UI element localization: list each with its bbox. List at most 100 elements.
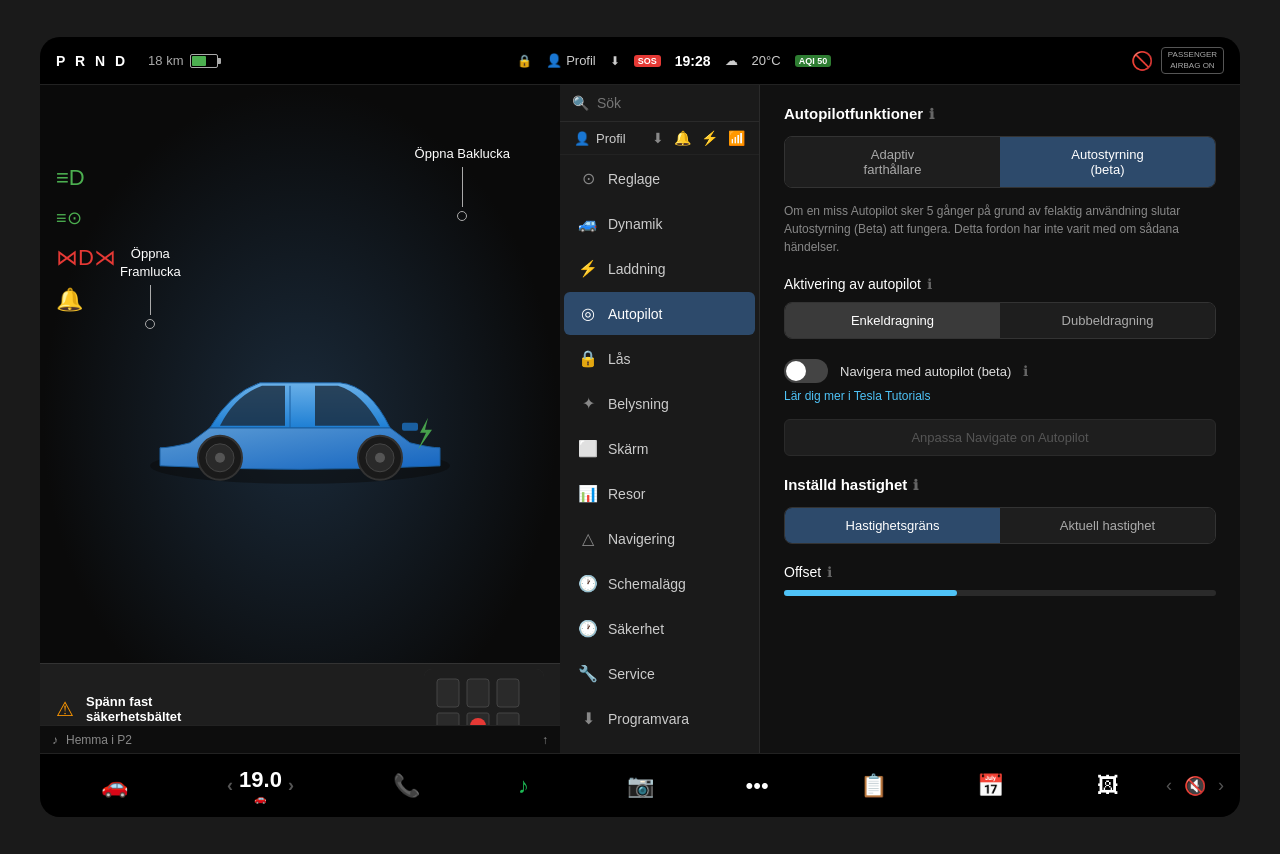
belysning-icon: ✦ <box>578 394 598 413</box>
laddning-icon: ⚡ <box>578 259 598 278</box>
bottom-browser[interactable]: 📋 <box>815 773 932 799</box>
profile-button[interactable]: 👤 Profil <box>546 53 596 68</box>
bottom-more[interactable]: ••• <box>699 773 816 799</box>
svg-rect-11 <box>497 679 519 707</box>
prev-track-arrow[interactable]: ‹ <box>1166 775 1172 796</box>
profile-icon: 👤 <box>546 53 562 68</box>
tesla-tutorials-link[interactable]: Lär dig mer i Tesla Tutorials <box>784 389 1216 403</box>
programvara-icon: ⬇ <box>578 709 598 728</box>
menu-panel: 🔍 👤 Profil ⬇ 🔔 ⚡ 📶 ⊙ <box>560 85 760 753</box>
battery-km: 18 km <box>148 53 183 68</box>
bottom-calendar[interactable]: 📅 <box>932 773 1049 799</box>
search-icon: 🔍 <box>572 95 589 111</box>
navigera-toggle[interactable] <box>784 359 828 383</box>
btn-enkeldragning[interactable]: Enkeldragning <box>785 303 1000 338</box>
anpassa-btn: Anpassa Navigate on Autopilot <box>784 419 1216 456</box>
info-icon-autopilot[interactable]: ℹ <box>929 106 934 122</box>
offset-section: Offset ℹ <box>784 564 1216 596</box>
aktivering-section: Aktivering av autopilot ℹ Enkeldragning … <box>784 276 1216 339</box>
time-display: 19:28 <box>675 53 711 69</box>
speed-down-arrow[interactable]: ‹ <box>227 775 233 796</box>
status-right: 🚫 PASSENGERAIRBAG ON <box>1131 47 1224 74</box>
calendar-icon: 📅 <box>977 773 1004 799</box>
menu-item-belysning[interactable]: ✦ Belysning <box>564 382 755 425</box>
battery-info: 18 km <box>148 53 217 68</box>
person-icon: 👤 <box>574 131 590 146</box>
autopilot-icon: ◎ <box>578 304 598 323</box>
bottom-camera[interactable]: 📷 <box>582 773 699 799</box>
settings-panel: Autopilotfunktioner ℹ Adaptivfarthållare… <box>760 85 1240 753</box>
hastighet-group: Hastighetsgräns Aktuell hastighet <box>784 507 1216 544</box>
bottom-bar: 🚗 ‹ 19.0 🚗 › 📞 ♪ 📷 ••• <box>40 753 1240 817</box>
search-input[interactable] <box>597 95 760 111</box>
btn-autostyrning[interactable]: Autostyrning(beta) <box>1000 137 1215 187</box>
info-icon-offset[interactable]: ℹ <box>827 564 832 580</box>
volume-icon[interactable]: 🔇 <box>1184 775 1206 797</box>
menu-list: ⊙ Reglage 🚙 Dynamik ⚡ Laddning ◎ Autopil… <box>560 155 759 753</box>
download-menu-icon[interactable]: ⬇ <box>652 130 664 146</box>
person-icon: 🚫 <box>1131 50 1153 72</box>
menu-item-resor[interactable]: 📊 Resor <box>564 472 755 515</box>
car-icon: 🚗 <box>101 773 128 799</box>
bottom-spotify[interactable]: ♪ <box>465 773 582 799</box>
menu-item-reglage[interactable]: ⊙ Reglage <box>564 157 755 200</box>
hastighet-section: Inställd hastighet ℹ Hastighetsgräns Akt… <box>784 476 1216 544</box>
menu-profile[interactable]: 👤 Profil <box>574 131 626 146</box>
menu-item-dynamik[interactable]: 🚙 Dynamik <box>564 202 755 245</box>
menu-item-autopilot[interactable]: ◎ Autopilot <box>564 292 755 335</box>
navigera-toggle-row: Navigera med autopilot (beta) ℹ <box>784 359 1216 383</box>
bottom-car[interactable]: 🚗 <box>56 773 173 799</box>
aktivering-group: Enkeldragning Dubbeldragning <box>784 302 1216 339</box>
info-icon-hastighet[interactable]: ℹ <box>913 477 918 493</box>
car-panel: ≡D ≡⊙ ⋈D⋊ 🔔 Öppna Baklucka ÖppnaFramluck… <box>40 85 560 753</box>
bottom-phone[interactable]: 📞 <box>348 773 465 799</box>
offset-bar[interactable] <box>784 590 1216 596</box>
car-illustration <box>130 318 470 502</box>
bell-icon[interactable]: 🔔 <box>674 130 691 146</box>
navigera-section: Navigera med autopilot (beta) ℹ Lär dig … <box>784 359 1216 456</box>
car-image-area: ≡D ≡⊙ ⋈D⋊ 🔔 Öppna Baklucka ÖppnaFramluck… <box>40 85 560 753</box>
speed-up-arrow[interactable]: › <box>288 775 294 796</box>
bottom-right-controls: ‹ 🔇 › <box>1166 775 1224 797</box>
svg-rect-9 <box>437 679 459 707</box>
next-track-arrow[interactable]: › <box>1218 775 1224 796</box>
autopilot-function-group: Adaptivfarthållare Autostyrning(beta) <box>784 136 1216 188</box>
autopilot-functions-title: Autopilotfunktioner ℹ <box>784 105 1216 122</box>
menu-item-service[interactable]: 🔧 Service <box>564 652 755 695</box>
bottom-speed[interactable]: ‹ 19.0 🚗 › <box>173 767 348 804</box>
info-icon-navigera[interactable]: ℹ <box>1023 363 1028 379</box>
info-icon-aktivering[interactable]: ℹ <box>927 276 932 292</box>
left-icons: ≡D ≡⊙ ⋈D⋊ 🔔 <box>56 165 116 313</box>
more-icon: ••• <box>746 773 769 799</box>
speed-unit: 🚗 <box>254 793 266 804</box>
bottom-photos[interactable]: 🖼 <box>1049 773 1166 799</box>
menu-item-schemalägg[interactable]: 🕐 Schemalägg <box>564 562 755 605</box>
profile-label: Profil <box>566 53 596 68</box>
photos-icon: 🖼 <box>1097 773 1119 799</box>
reglage-icon: ⊙ <box>578 169 598 188</box>
btn-adaptiv-farthallare[interactable]: Adaptivfarthållare <box>785 137 1000 187</box>
aqi-badge: AQI 50 <box>795 55 832 67</box>
menu-item-las[interactable]: 🔒 Lås <box>564 337 755 380</box>
bluetooth-icon[interactable]: ⚡ <box>701 130 718 146</box>
btn-aktuell-hastighet[interactable]: Aktuell hastighet <box>1000 508 1215 543</box>
menu-item-laddning[interactable]: ⚡ Laddning <box>564 247 755 290</box>
prnd-display: P R N D <box>56 53 128 69</box>
phone-icon: 📞 <box>393 773 420 799</box>
front-lid-label: ÖppnaFramlucka <box>120 245 181 329</box>
menu-item-sakerhet[interactable]: 🕐 Säkerhet <box>564 607 755 650</box>
lock-icon: 🔒 <box>517 54 532 68</box>
btn-dubbeldragning[interactable]: Dubbeldragning <box>1000 303 1215 338</box>
passenger-airbag: PASSENGERAIRBAG ON <box>1161 47 1224 74</box>
fog-icon: ≡⊙ <box>56 207 116 229</box>
menu-item-skarm[interactable]: ⬜ Skärm <box>564 427 755 470</box>
browser-icon: 📋 <box>860 773 887 799</box>
service-icon: 🔧 <box>578 664 598 683</box>
status-center: 🔒 👤 Profil ⬇ SOS 19:28 ☁ 20°C AQI 50 <box>517 53 831 69</box>
spotify-icon: ♪ <box>518 773 529 799</box>
menu-item-navigering[interactable]: △ Navigering <box>564 517 755 560</box>
battery-icon <box>190 54 218 68</box>
menu-item-programvara[interactable]: ⬇ Programvara <box>564 697 755 740</box>
btn-hastighetsgrans[interactable]: Hastighetsgräns <box>785 508 1000 543</box>
temperature-display: 20°C <box>752 53 781 68</box>
